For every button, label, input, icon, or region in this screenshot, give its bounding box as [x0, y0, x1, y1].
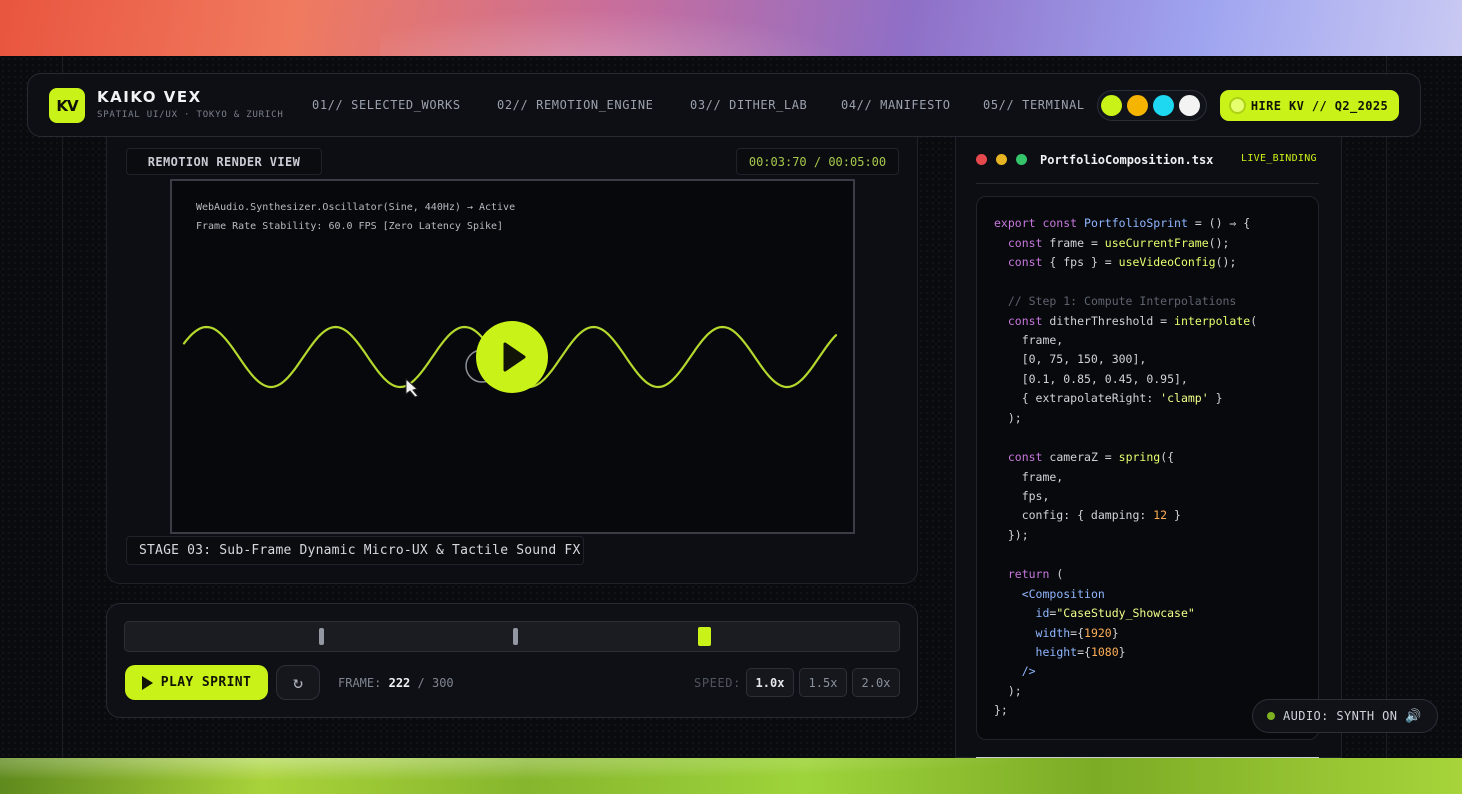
render-view-label: REMOTION RENDER VIEW [126, 148, 322, 175]
code-line-16: config: { damping: 12 } [994, 508, 1181, 522]
window-minimize-dot-icon[interactable] [996, 154, 1007, 165]
nav-item-selected-works[interactable]: 01// SELECTED_WORKS [312, 98, 461, 112]
code-line-7: frame, [994, 333, 1064, 347]
divider [976, 183, 1319, 184]
brand-logo[interactable]: KV [49, 88, 85, 123]
reset-icon: ↻ [292, 672, 304, 693]
speed-button-1-5x[interactable]: 1.5x [799, 668, 847, 697]
stage-label: STAGE 03: Sub-Frame Dynamic Micro-UX & T… [126, 536, 584, 565]
code-line-20: <Composition [1021, 587, 1105, 601]
reset-button[interactable]: ↻ [276, 665, 320, 700]
timeline-marker[interactable] [513, 628, 518, 645]
code-line-14: frame, [994, 470, 1064, 484]
sine-wave-visual [182, 321, 838, 398]
layout-guide-left [62, 56, 63, 758]
nav-item-dither-lab[interactable]: 03// DITHER_LAB [690, 98, 807, 112]
code-line-2: const frame = useCurrentFrame(); [1007, 236, 1230, 250]
timeline-track[interactable] [124, 621, 900, 652]
speed-label: SPEED: [694, 676, 741, 690]
frame-current: 222 [388, 676, 411, 690]
hire-button[interactable]: HIRE KV // Q2_2025 [1220, 90, 1399, 121]
frame-prefix: FRAME: [338, 676, 382, 690]
play-overlay-button [476, 321, 548, 393]
audio-toggle[interactable]: AUDIO: SYNTH ON 🔊 [1252, 699, 1438, 733]
code-line-23: height={1080} [1035, 645, 1126, 659]
status-dot-icon [1230, 99, 1244, 112]
theme-swatch-cyan[interactable] [1153, 95, 1174, 116]
nav-item-manifesto[interactable]: 04// MANIFESTO [841, 98, 951, 112]
code-line-1: export const PortfolioSprint = () ⇒ { [994, 216, 1251, 230]
code-line-9: [0.1, 0.85, 0.45, 0.95], [994, 372, 1188, 386]
nav-item-remotion-engine[interactable]: 02// REMOTION_ENGINE [497, 98, 654, 112]
frame-counter: FRAME: 222 / 300 [338, 676, 454, 690]
timeline-playhead[interactable] [698, 627, 711, 646]
code-line-13: const cameraZ = spring({ [1007, 450, 1175, 464]
window-maximize-dot-icon[interactable] [1016, 154, 1027, 165]
code-line-10: { extrapolateRight: 'clamp' } [994, 391, 1223, 405]
code-line-22: width={1920} [1035, 626, 1119, 640]
theme-swatch-amber[interactable] [1127, 95, 1148, 116]
code-line-5: // Step 1: Compute Interpolations [1007, 294, 1237, 308]
frame-total: / 300 [417, 676, 454, 690]
code-line-21: id="CaseStudy_Showcase" [1035, 606, 1195, 620]
code-line-24: /> [1021, 664, 1036, 678]
live-binding-badge: LIVE_BINDING [1241, 153, 1317, 164]
code-line-25: ); [994, 684, 1022, 698]
code-file-name: PortfolioComposition.tsx [1040, 153, 1214, 167]
audio-label: AUDIO: SYNTH ON [1283, 709, 1398, 723]
theme-swatch-lime[interactable] [1101, 95, 1122, 116]
play-sprint-label: PLAY SPRINT [160, 675, 252, 690]
code-line-11: ); [994, 411, 1022, 425]
brand-tagline: SPATIAL UI/UX · TOKYO & ZURICH [97, 110, 284, 120]
desktop-wallpaper-bottom [0, 758, 1462, 794]
code-line-26: }; [994, 703, 1008, 717]
code-line-19: return ( [1007, 567, 1064, 581]
code-line-6: const ditherThreshold = interpolate( [1007, 314, 1258, 328]
brand-name: KAIKO VEX [97, 88, 202, 106]
window-close-dot-icon[interactable] [976, 154, 987, 165]
hire-button-label: HIRE KV // Q2_2025 [1250, 98, 1389, 113]
layout-guide-right [1386, 56, 1387, 758]
desktop-wallpaper-top [0, 0, 1462, 56]
timeline-marker[interactable] [319, 628, 324, 645]
code-line-17: }); [994, 528, 1029, 542]
code-line-3: const { fps } = useVideoConfig(); [1007, 255, 1237, 269]
timecode-display: 00:03:70 / 00:05:00 [736, 148, 899, 175]
play-icon [141, 675, 153, 690]
code-line-15: fps, [994, 489, 1050, 503]
speed-button-1x[interactable]: 1.0x [746, 668, 794, 697]
speaker-icon: 🔊 [1405, 708, 1422, 724]
theme-swatch-white[interactable] [1179, 95, 1200, 116]
play-sprint-button[interactable]: PLAY SPRINT [125, 665, 268, 700]
nav-item-terminal[interactable]: 05// TERMINAL [983, 98, 1085, 112]
speed-button-2x[interactable]: 2.0x [852, 668, 900, 697]
audio-status-dot-icon [1267, 712, 1275, 720]
code-line-8: [0, 75, 150, 300], [994, 352, 1147, 366]
